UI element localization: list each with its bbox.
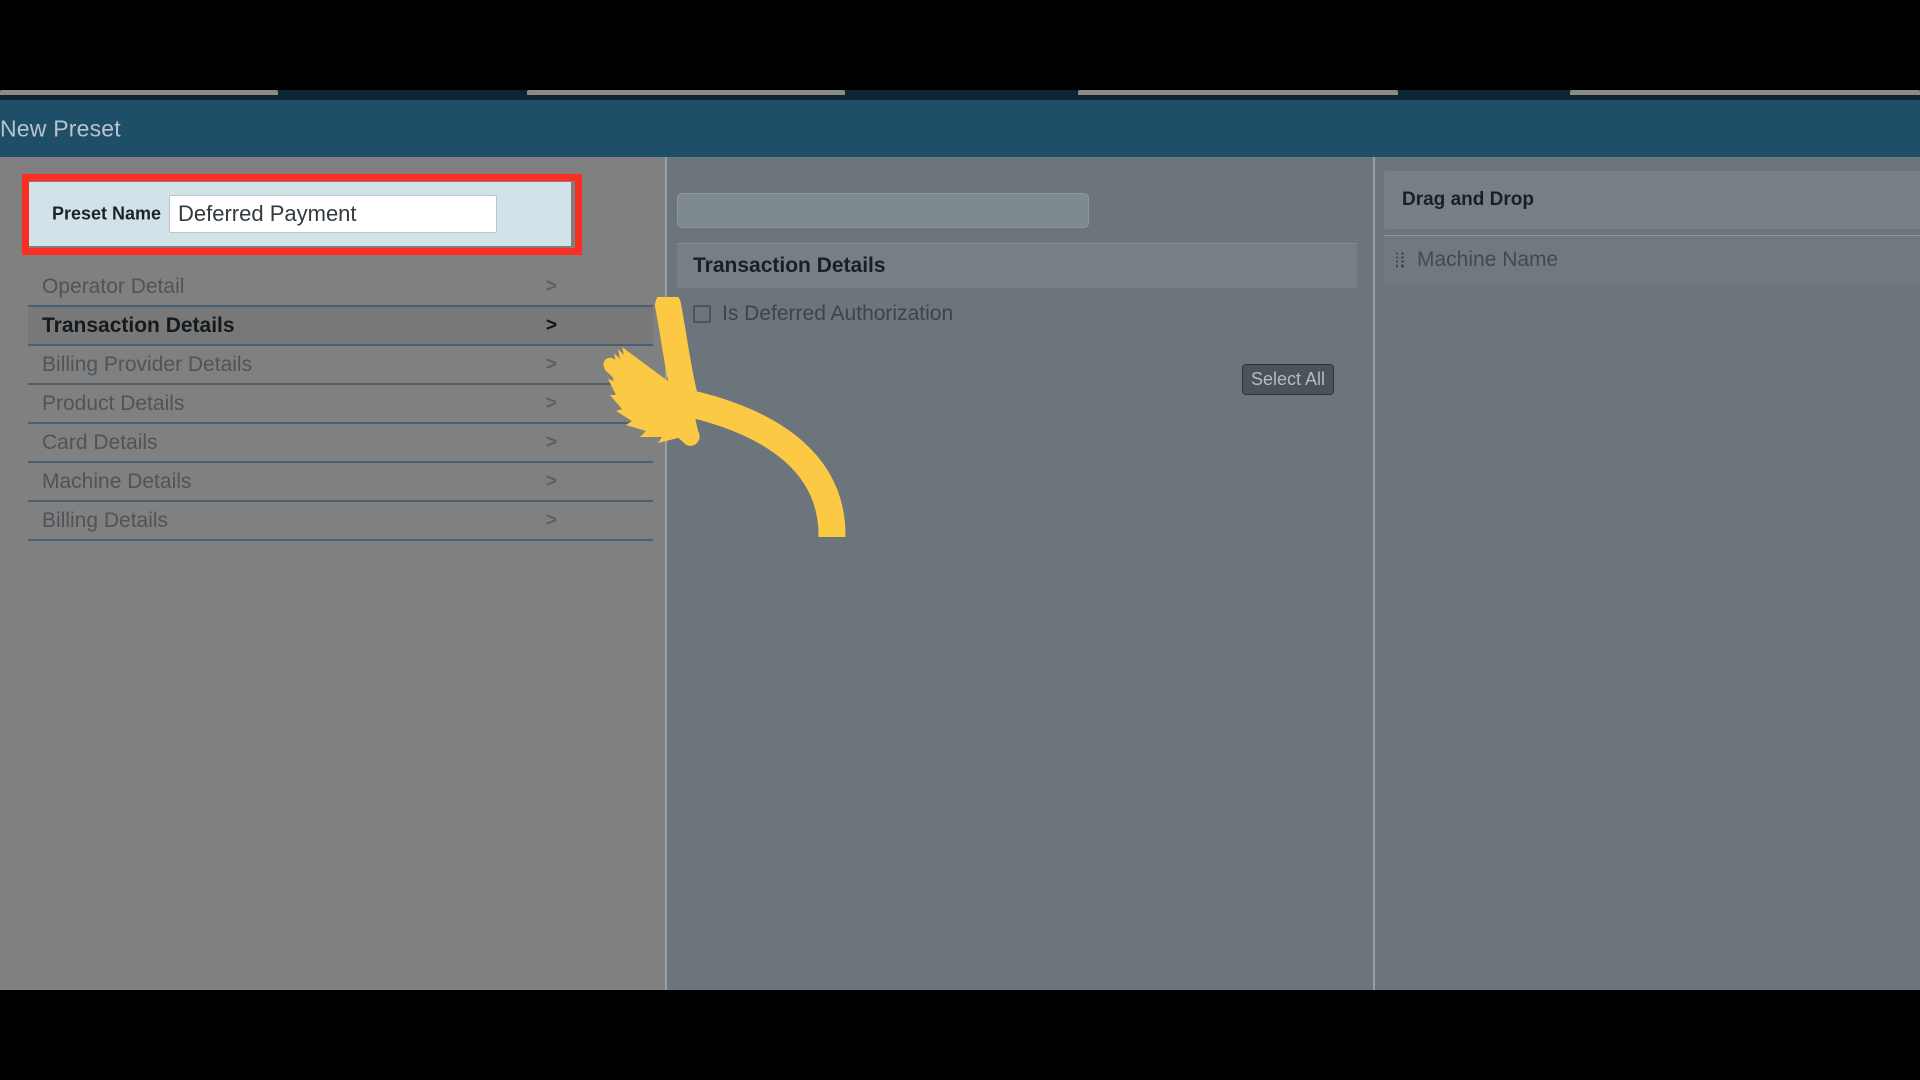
chevron-right-icon: > — [545, 353, 557, 375]
chevron-right-icon: > — [545, 470, 557, 492]
preset-name-input[interactable] — [169, 195, 497, 233]
screen-root: New Preset Preset Name Operator Detail > — [0, 0, 1920, 1080]
letterbox-bottom — [0, 990, 1920, 1080]
sidebar-item-label: Operator Detail — [42, 274, 185, 298]
preset-name-label: Preset Name — [52, 203, 162, 224]
drag-and-drop-list: Machine Name — [1384, 235, 1920, 283]
fields-panel-title: Transaction Details — [693, 254, 886, 277]
tab-stub-2[interactable] — [527, 90, 845, 95]
sidebar-item-label: Billing Details — [42, 508, 169, 532]
chevron-right-icon: > — [545, 431, 557, 453]
chevron-right-icon: > — [545, 509, 557, 531]
fields-panel-header: Transaction Details — [677, 244, 1357, 288]
sidebar-item-label: Product Details — [42, 391, 185, 415]
tab-stub-1[interactable] — [0, 90, 278, 95]
page-title: New Preset — [0, 115, 121, 141]
search-input[interactable] — [677, 193, 1089, 228]
chevron-right-icon: > — [545, 275, 557, 297]
tab-stub-4[interactable] — [1570, 90, 1920, 95]
sidebar-item-label: Transaction Details — [42, 313, 235, 337]
column-divider — [1373, 157, 1375, 990]
left-column: Preset Name Operator Detail > Transactio… — [0, 157, 665, 990]
right-column: Drag and Drop Machine Name — [1373, 157, 1920, 990]
sidebar-item-machine-details[interactable]: Machine Details > — [28, 463, 653, 502]
sidebar-item-billing-provider-details[interactable]: Billing Provider Details > — [28, 346, 653, 385]
sidebar-item-label: Billing Provider Details — [42, 352, 253, 376]
chevron-right-icon: > — [545, 392, 557, 414]
checkbox-label: Is Deferred Authorization — [722, 302, 954, 325]
category-list: Operator Detail > Transaction Details > … — [28, 268, 653, 541]
sidebar-item-card-details[interactable]: Card Details > — [28, 424, 653, 463]
sidebar-item-transaction-details[interactable]: Transaction Details > — [28, 307, 653, 346]
sidebar-item-operator-detail[interactable]: Operator Detail > — [28, 268, 653, 307]
checkbox-icon[interactable] — [693, 305, 711, 323]
sidebar-item-product-details[interactable]: Product Details > — [28, 385, 653, 424]
middle-column: Transaction Details Is Deferred Authoriz… — [665, 157, 1373, 990]
title-bar: New Preset — [0, 100, 1920, 157]
fields-panel: Transaction Details Is Deferred Authoriz… — [677, 243, 1357, 960]
tab-strip — [0, 90, 1920, 100]
drag-and-drop-header: Drag and Drop — [1384, 171, 1920, 229]
drag-and-drop-title: Drag and Drop — [1402, 189, 1534, 210]
sidebar-item-label: Card Details — [42, 430, 158, 454]
letterbox-top — [0, 0, 1920, 90]
column-divider — [665, 157, 667, 990]
main-body: Preset Name Operator Detail > Transactio… — [0, 157, 1920, 990]
preset-name-bar: Preset Name — [29, 182, 571, 246]
tab-stub-3[interactable] — [1078, 90, 1398, 95]
select-all-button[interactable]: Select All — [1242, 364, 1334, 395]
checkbox-row-is-deferred-authorization[interactable]: Is Deferred Authorization — [693, 302, 953, 326]
list-item-label: Machine Name — [1417, 247, 1559, 271]
list-item[interactable]: Machine Name — [1384, 235, 1920, 283]
sidebar-item-label: Machine Details — [42, 469, 192, 493]
sidebar-item-billing-details[interactable]: Billing Details > — [28, 502, 653, 541]
application-window: New Preset Preset Name Operator Detail > — [0, 90, 1920, 990]
drag-grip-icon[interactable] — [1396, 252, 1404, 268]
chevron-right-icon: > — [545, 314, 557, 336]
